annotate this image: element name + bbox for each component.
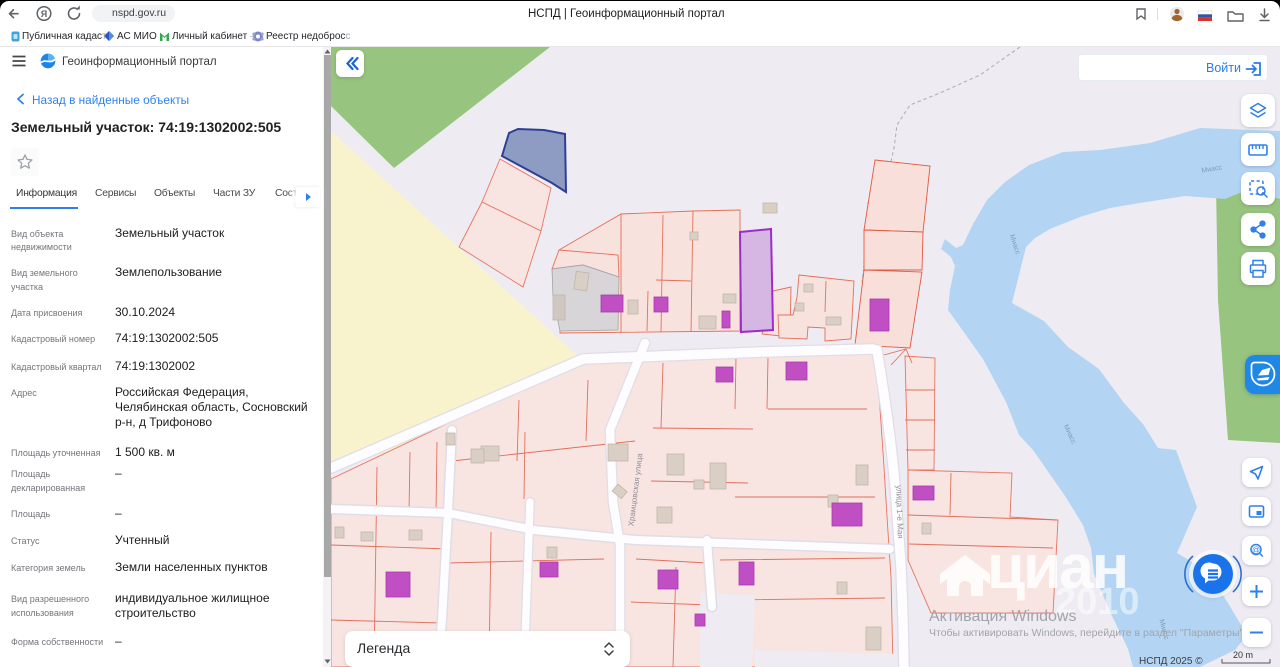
svg-text:@: @: [1252, 546, 1260, 555]
svg-text:Я: Я: [41, 9, 47, 19]
svg-text:20 m: 20 m: [1233, 650, 1253, 660]
svg-text:Чтобы активировать Windows, пе: Чтобы активировать Windows, перейдите в …: [929, 627, 1246, 639]
svg-text:улица 1-е Мая: улица 1-е Мая: [894, 485, 905, 539]
svg-text:НСПД 2025 ©: НСПД 2025 ©: [1139, 656, 1203, 667]
svg-text:Активация Windows: Активация Windows: [929, 608, 1076, 625]
